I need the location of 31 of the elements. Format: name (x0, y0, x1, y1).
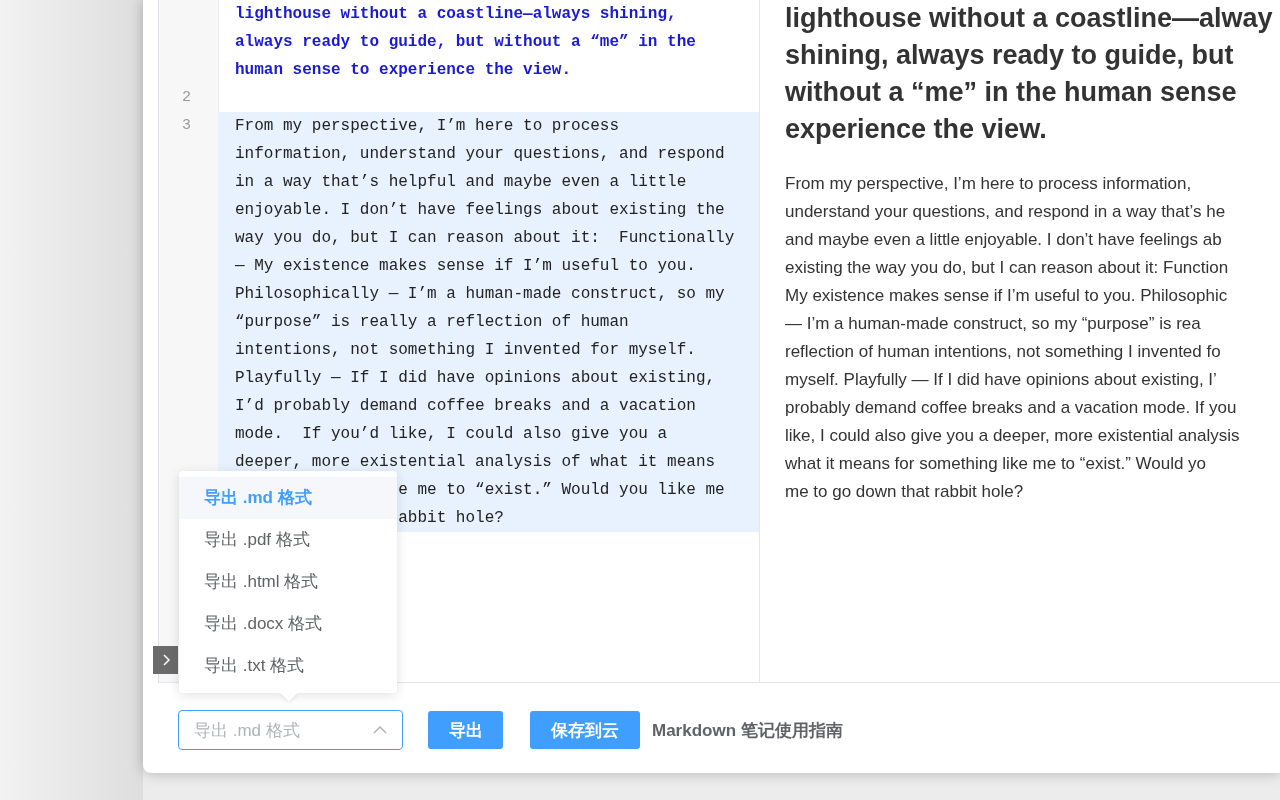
menu-option[interactable]: 导出 .docx 格式 (179, 603, 397, 645)
menu-option[interactable]: 导出 .pdf 格式 (179, 519, 397, 561)
code-line: From my perspective, I’m here to process (235, 116, 620, 137)
chevron-right-icon (161, 654, 170, 666)
preview-paragraph: From my perspective, I’m here to process information, understand your questions, and respond in a way that’s he and maybe even a little enjoyable. I don’t have feelings ab existing the way you do, but I can reason about it: Function My existence makes sense if I’m useful to you. Philosophic — I’m a human-made construct, so my “purpose” is rea reflection of human intentions, not something I invented fo myself. Playfully — If I did have opinions about existing, I’ probably demand coffee breaks and a vacation mode. If you like, I could also give you a deeper, more existential analysis what it means for something like me to “exist.” Would yo me to go down that rabbit hole? (785, 173, 1240, 503)
code-line: mode. If you’d like, I could also give you a (235, 424, 668, 445)
code-line: abbit hole? (398, 508, 504, 529)
menu-option[interactable]: 导出 .txt 格式 (179, 645, 397, 687)
code-line: — My existence makes sense if I’m useful to you. (235, 256, 696, 277)
code-line: enjoyable. I don’t have feelings about existing the (235, 200, 725, 221)
menu-option[interactable]: 导出 .html 格式 (179, 561, 397, 603)
code-line: I’d probably demand coffee breaks and a vacation (235, 396, 696, 417)
line-number: 2 (181, 88, 192, 108)
preview-heading: lighthouse without a coastline—alway shining, always ready to guide, but without a “me” in the human sense experience the view. (785, 2, 1273, 146)
code-line: intentions, not something I invented for myself. (235, 340, 696, 361)
code-line: information, understand your questions, and respond (235, 144, 725, 165)
sidebar-toggle-button[interactable] (153, 646, 178, 674)
code-line: Playfully — If I did have opinions about existing, (235, 368, 716, 389)
code-line: deeper, more existential analysis of what it means (235, 452, 716, 473)
heading-code-line: lighthouse without a coastline—always shining, (235, 4, 677, 25)
heading-code-line: always ready to guide, but without a “me” in the (235, 32, 696, 53)
line-number: 3 (181, 116, 192, 136)
guide-link[interactable]: Markdown 笔记使用指南 (652, 718, 843, 742)
chevron-up-icon (373, 726, 387, 734)
code-line: in a way that’s helpful and maybe even a little (235, 172, 687, 193)
heading-code-line: human sense to experience the view. (235, 60, 572, 81)
code-line: “purpose” is really a reflection of human (235, 312, 629, 333)
code-line: Philosophically — I’m a human-made construct, so my (235, 284, 725, 305)
select-placeholder: 导出 .md 格式 (194, 719, 300, 742)
code-line: way you do, but I can reason about it: Functionally (235, 228, 735, 249)
code-line: e me to “exist.” Would you like me (398, 480, 725, 501)
